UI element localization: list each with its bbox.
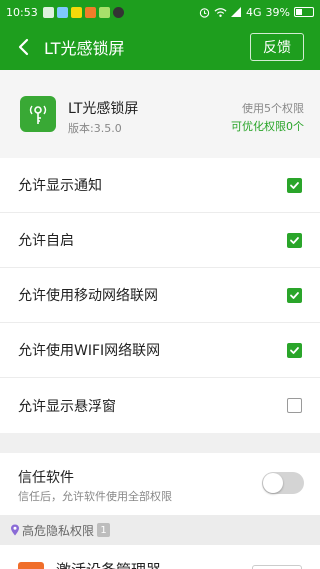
back-arrow-icon[interactable] <box>14 37 34 57</box>
battery-percent: 39% <box>265 5 290 19</box>
app-info-card: LT光感锁屏 版本:3.5.0 使用5个权限 可优化权限0个 <box>0 70 320 158</box>
permission-row-overlay[interactable]: 允许显示悬浮窗 <box>0 378 320 433</box>
check-icon <box>290 291 299 299</box>
app-name: LT光感锁屏 <box>68 101 139 117</box>
check-icon <box>290 346 299 354</box>
app-icon-green <box>98 6 110 18</box>
device-admin-row[interactable]: 激活设备管理器 <box>0 545 320 569</box>
app-icon-dark <box>112 6 124 18</box>
trust-app-row[interactable]: 信任软件 信任后，允许软件使用全部权限 <box>0 453 320 515</box>
app-icon-yellow <box>70 6 82 18</box>
permission-label: 允许使用移动网络联网 <box>18 288 158 304</box>
network-type: 4G <box>246 5 262 19</box>
check-icon <box>290 236 299 244</box>
app-icon <box>20 96 56 132</box>
permission-label: 允许显示通知 <box>18 178 102 194</box>
permission-list: 允许显示通知 允许自启 允许使用移动网络联网 允许使用WIFI网络联网 允许显示… <box>0 158 320 433</box>
permissions-used: 使用5个权限 <box>242 102 304 115</box>
notification-icons <box>42 6 124 18</box>
permission-row-autostart[interactable]: 允许自启 <box>0 213 320 268</box>
battery-icon <box>294 7 314 17</box>
device-admin-icon <box>18 562 44 569</box>
signal-icon <box>231 6 242 17</box>
check-icon <box>290 181 299 189</box>
app-icon-orange <box>84 6 96 18</box>
permission-checkbox[interactable] <box>287 177 302 193</box>
trust-toggle[interactable] <box>262 472 304 494</box>
permissions-optimizable: 可优化权限0个 <box>231 120 304 133</box>
permission-checkbox[interactable] <box>287 398 302 413</box>
qq-icon <box>42 6 54 18</box>
feedback-button[interactable]: 反馈 <box>250 33 304 61</box>
app-bar: LT光感锁屏 反馈 <box>0 24 320 70</box>
high-risk-label: 高危隐私权限 <box>22 523 95 538</box>
permission-checkbox[interactable] <box>287 287 302 303</box>
high-risk-count-badge: 1 <box>97 523 111 537</box>
message-icon <box>56 6 68 18</box>
trust-title: 信任软件 <box>18 470 74 486</box>
page-title: LT光感锁屏 <box>44 39 125 58</box>
permission-row-mobile-data[interactable]: 允许使用移动网络联网 <box>0 268 320 323</box>
location-pin-icon <box>11 524 19 536</box>
permission-row-notify[interactable]: 允许显示通知 <box>0 158 320 213</box>
wifi-icon <box>214 7 227 17</box>
permission-label: 允许显示悬浮窗 <box>18 398 116 415</box>
permission-checkbox[interactable] <box>287 342 302 358</box>
alarm-icon <box>199 7 210 18</box>
device-admin-button[interactable] <box>252 565 302 569</box>
key-signal-icon <box>29 105 47 124</box>
permission-label: 允许自启 <box>18 233 74 249</box>
device-admin-label: 激活设备管理器 <box>56 559 161 569</box>
high-risk-section-header: 高危隐私权限 1 <box>0 515 320 545</box>
status-bar: 10:53 4G 39% <box>0 0 320 24</box>
permission-row-wifi[interactable]: 允许使用WIFI网络联网 <box>0 323 320 378</box>
section-divider <box>0 435 320 453</box>
permission-label: 允许使用WIFI网络联网 <box>18 343 161 359</box>
permission-checkbox[interactable] <box>287 232 302 248</box>
app-version: 版本:3.5.0 <box>68 122 122 135</box>
trust-subtitle: 信任后，允许软件使用全部权限 <box>18 490 172 503</box>
status-time: 10:53 <box>6 5 38 19</box>
toggle-knob <box>263 473 283 493</box>
